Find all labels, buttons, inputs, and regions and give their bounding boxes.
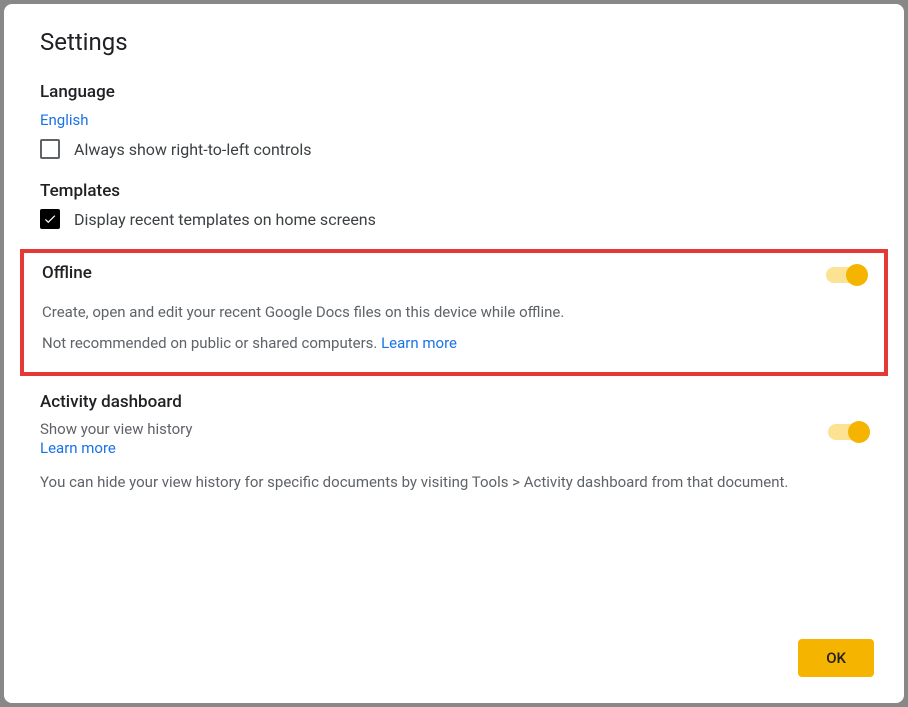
ok-button[interactable]: OK bbox=[798, 639, 874, 677]
offline-warning: Not recommended on public or shared comp… bbox=[42, 334, 381, 352]
language-link[interactable]: English bbox=[40, 111, 89, 129]
templates-section: Templates Display recent templates on ho… bbox=[4, 173, 904, 243]
toggle-thumb bbox=[846, 264, 868, 286]
templates-heading: Templates bbox=[40, 181, 868, 201]
check-icon bbox=[43, 212, 57, 226]
dialog-footer: OK bbox=[4, 629, 904, 683]
language-heading: Language bbox=[40, 82, 868, 102]
templates-label: Display recent templates on home screens bbox=[74, 210, 376, 229]
offline-description: Create, open and edit your recent Google… bbox=[42, 301, 866, 324]
offline-warning-row: Not recommended on public or shared comp… bbox=[42, 334, 866, 352]
activity-heading: Activity dashboard bbox=[40, 392, 868, 412]
language-section: Language English Always show right-to-le… bbox=[4, 74, 904, 173]
offline-toggle[interactable] bbox=[826, 267, 866, 283]
dialog-title: Settings bbox=[4, 28, 904, 74]
activity-section: Activity dashboard Show your view histor… bbox=[4, 386, 904, 508]
activity-toggle[interactable] bbox=[828, 424, 868, 440]
activity-learn-more-link[interactable]: Learn more bbox=[40, 439, 116, 457]
rtl-checkbox-row: Always show right-to-left controls bbox=[40, 139, 868, 159]
templates-checkbox[interactable] bbox=[40, 209, 60, 229]
offline-heading: Offline bbox=[42, 263, 92, 283]
activity-show-history: Show your view history bbox=[40, 420, 828, 438]
activity-hint: You can hide your view history for speci… bbox=[40, 471, 868, 494]
offline-learn-more-link[interactable]: Learn more bbox=[381, 334, 457, 352]
rtl-checkbox[interactable] bbox=[40, 139, 60, 159]
toggle-thumb bbox=[848, 421, 870, 443]
activity-row: Show your view history Learn more bbox=[40, 420, 868, 457]
settings-dialog: Settings Language English Always show ri… bbox=[4, 4, 904, 703]
templates-checkbox-row: Display recent templates on home screens bbox=[40, 209, 868, 229]
offline-header-row: Offline bbox=[42, 263, 866, 283]
rtl-label: Always show right-to-left controls bbox=[74, 140, 312, 159]
activity-left: Show your view history Learn more bbox=[40, 420, 828, 457]
offline-section-highlight: Offline Create, open and edit your recen… bbox=[20, 249, 888, 376]
